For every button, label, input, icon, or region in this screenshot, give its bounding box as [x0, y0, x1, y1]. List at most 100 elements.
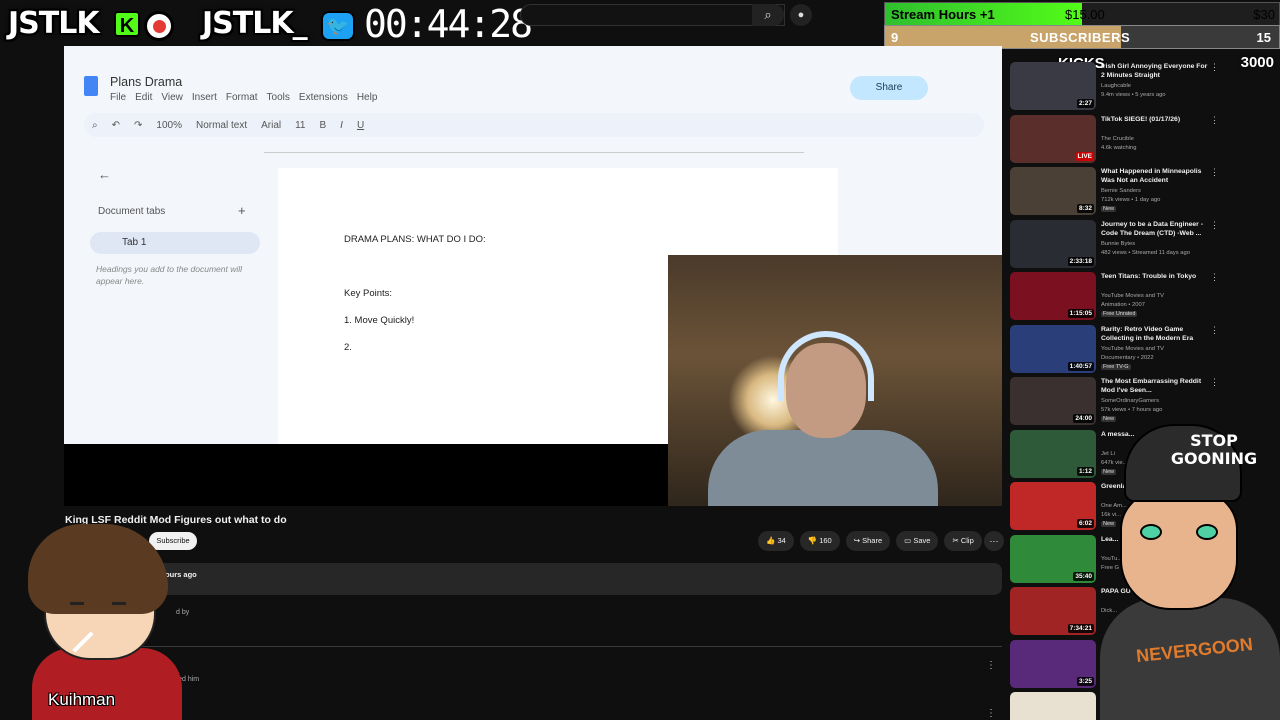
sidebar-channel: YouTube Movies and TV	[1101, 293, 1164, 299]
tab-hint: Headings you add to the document will ap…	[96, 264, 243, 286]
avatar-eye	[70, 602, 84, 605]
video-thumbnail[interactable]: LIVE	[1010, 114, 1096, 163]
streamer-body	[708, 430, 938, 506]
stream-timer: 00:44:28	[364, 2, 533, 46]
comment-more-icon[interactable]: ⋮	[986, 660, 996, 671]
sidebar-video-title[interactable]: Journey to be a Data Engineer - Code The…	[1101, 220, 1209, 238]
search-icon: ⌕	[92, 119, 98, 131]
thumbs-down-icon: 👎	[807, 536, 818, 545]
duration-badge: LIVE	[1075, 151, 1094, 161]
description-box[interactable]	[64, 563, 1002, 595]
stream-hours-label: Stream Hours +1	[891, 7, 995, 22]
doc-line: 2.	[344, 342, 352, 353]
underline-icon: U	[356, 119, 365, 131]
docs-share-button: Share	[850, 76, 928, 100]
video-thumbnail[interactable]: 35:40	[1010, 534, 1096, 583]
video-thumbnail[interactable]: 6:02	[1010, 482, 1096, 530]
more-options-icon[interactable]: ⋮	[1210, 220, 1219, 231]
more-options-icon[interactable]: ⋮	[1210, 272, 1219, 283]
sidebar-video-title[interactable]: What Happened in Minneapolis Was Not an …	[1101, 167, 1209, 185]
video-thumbnail[interactable]: 1:15:05	[1010, 272, 1096, 320]
video-thumbnail[interactable]: 7:34:21	[1010, 587, 1096, 635]
divider	[64, 646, 1002, 647]
dislike-count: 160	[819, 536, 832, 545]
duration-badge: 2:27	[1076, 99, 1094, 108]
scissors-icon: ✂	[952, 536, 959, 545]
video-thumbnail[interactable]: 2:27	[1010, 62, 1096, 110]
sidebar-meta: Animation • 2007	[1101, 302, 1145, 308]
subscribers-max: 15	[1256, 30, 1271, 45]
video-thumbnail[interactable]: 1:12	[1010, 429, 1096, 478]
sidebar-meta: 712k views • 1 day ago	[1101, 197, 1161, 203]
sidebar-video-title[interactable]: Teen Titans: Trouble in Tokyo	[1101, 272, 1209, 281]
video-thumbnail[interactable]: 24:00	[1010, 377, 1096, 425]
sidebar-video-item[interactable]: 2:27 Irish Girl Annoying Everyone For 2 M…	[1010, 62, 1220, 114]
sidebar-video-item[interactable]: 1:15:05 Teen Titans: Trouble in Tokyo YouT…	[1010, 272, 1220, 324]
docs-toolbar: ⌕ ↶ ↷ 100% Normal text Arial 11 B I U	[84, 113, 984, 137]
more-options-icon[interactable]: ⋮	[1210, 325, 1219, 336]
docs-menu-bar: File Edit View Insert Format Tools Exten…	[110, 92, 377, 103]
more-actions-icon[interactable]: ⋯	[984, 531, 1004, 551]
video-player[interactable]: Plans Drama File Edit View Insert Format…	[64, 46, 1002, 506]
duration-badge: 24:00	[1073, 414, 1094, 423]
doc-line: DRAMA PLANS: WHAT DO I DO:	[344, 234, 486, 245]
redo-icon: ↷	[134, 119, 143, 131]
twitter-icon: 🐦	[321, 11, 355, 41]
bookmark-icon: ▭	[904, 536, 912, 545]
sidebar-video-item[interactable]: 1:40:57 Rarity: Retro Video Game Collecti…	[1010, 324, 1220, 377]
thumbs-up-icon: 👍	[766, 536, 776, 545]
ruler	[264, 143, 804, 153]
comment-more-icon[interactable]: ⋮	[986, 708, 996, 719]
menu-extensions: Extensions	[298, 92, 348, 103]
share-label: Share	[862, 536, 883, 545]
mascot-face	[1120, 490, 1238, 610]
style-select: Normal text	[195, 119, 248, 131]
avatar-hair	[28, 524, 168, 614]
sidebar-video-item[interactable]: LIVE TikTok SIEGE! (01/17/26) The Crucible…	[1010, 114, 1220, 167]
sidebar-badge: Free Unrated	[1101, 311, 1138, 317]
sidebar-meta: 4.6k watching	[1101, 144, 1137, 151]
kuihman-name: Kuihman	[48, 690, 116, 709]
sidebar-video-item[interactable]: 2:33:18 Journey to be a Data Engineer - C…	[1010, 219, 1220, 272]
stream-hours-goal: Stream Hours +1 $15.00 $30	[884, 2, 1280, 26]
more-options-icon[interactable]: ⋮	[1210, 62, 1219, 73]
clip-button[interactable]: ✂ Clip	[944, 531, 982, 551]
sidebar-video-title[interactable]: Rarity: Retro Video Game Collecting in t…	[1101, 325, 1209, 343]
menu-tools: Tools	[266, 92, 290, 103]
video-thumbnail[interactable]: 3:25	[1010, 639, 1096, 688]
menu-format: Format	[225, 92, 258, 103]
sidebar-video-item[interactable]: 8:32 What Happened in Minneapolis Was Not…	[1010, 167, 1220, 219]
video-thumbnail[interactable]: 8:32	[1010, 167, 1096, 215]
menu-insert: Insert	[191, 92, 217, 103]
share-button[interactable]: ↪ Share	[845, 531, 891, 551]
sidebar-badge: New	[1101, 206, 1117, 212]
search-icon[interactable]: ⌕	[752, 4, 784, 26]
more-options-icon[interactable]: ⋮	[1210, 377, 1219, 388]
video-thumbnail[interactable]: 2:33:18	[1010, 219, 1096, 268]
kicks-max: 3000	[1240, 54, 1274, 71]
search-input[interactable]	[520, 4, 785, 26]
like-button[interactable]: 👍 34	[758, 531, 794, 551]
font-select: Arial	[261, 119, 282, 131]
sidebar-video-title[interactable]: The Most Embarrassing Reddit Mod I've Se…	[1101, 377, 1209, 395]
save-button[interactable]: ▭ Save	[896, 531, 939, 551]
gooning-mascot: NEVERGOON STOP GOONING	[1100, 420, 1280, 720]
microphone-icon[interactable]: ●	[790, 4, 812, 26]
dislike-button[interactable]: 👎 160	[799, 531, 840, 551]
sidebar-channel: Bernie Sanders	[1101, 188, 1141, 194]
mascot-cap-text: STOP GOONING	[1170, 431, 1258, 468]
stream-overlay-bar: JSTLK K JSTLK_ 🐦 00:44:28 ⌕ ●	[0, 0, 885, 46]
more-options-icon[interactable]: ⋮	[1210, 115, 1219, 126]
sidebar-video-title[interactable]: TikTok SIEGE! (01/17/26)	[1101, 115, 1209, 124]
menu-edit: Edit	[135, 92, 153, 103]
sidebar-video-title[interactable]: Irish Girl Annoying Everyone For 2 Minut…	[1101, 62, 1209, 80]
zoom-select: 100%	[156, 119, 182, 131]
share-icon: ↪	[853, 536, 861, 545]
video-thumbnail[interactable]	[1010, 692, 1096, 720]
doc-title: Plans Drama	[110, 75, 183, 89]
sidebar-meta: Documentary • 2022	[1101, 354, 1154, 361]
more-options-icon[interactable]: ⋮	[1210, 167, 1219, 178]
avatar-eye	[112, 602, 126, 605]
stream-hours-current: $15.00	[1065, 7, 1105, 22]
video-thumbnail[interactable]: 1:40:57	[1010, 324, 1096, 373]
